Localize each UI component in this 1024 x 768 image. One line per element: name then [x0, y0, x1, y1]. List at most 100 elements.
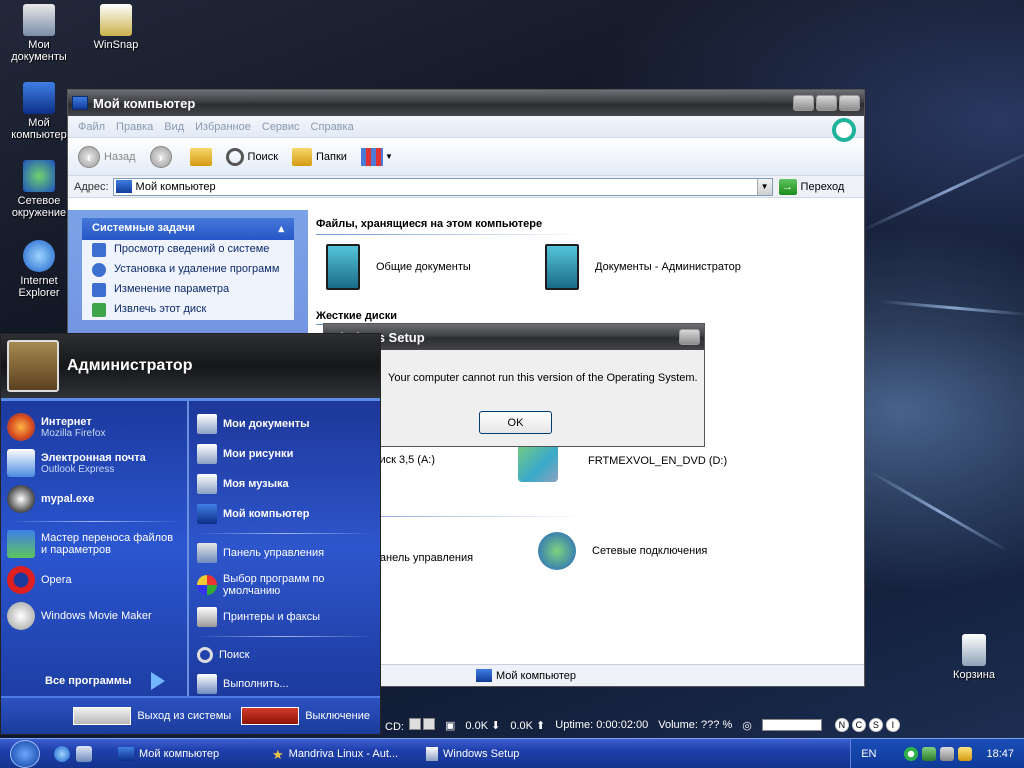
program-transfer-wizard[interactable]: Мастер переноса файлов и параметров [1, 526, 187, 562]
start-menu[interactable]: Администратор Интернет Mozilla Firefox Эл… [0, 333, 381, 735]
dialog-titlebar[interactable]: Windows Setup [324, 324, 704, 350]
cd-prev-button[interactable] [409, 717, 422, 730]
task-add-remove-programs[interactable]: Установка и удаление программ [82, 260, 294, 280]
taskbar: Мой компьютер ★ Mandriva Linux - Aut... … [0, 738, 1024, 768]
cd-eject-button[interactable] [423, 717, 436, 730]
explorer-title: Мой компьютер [93, 95, 196, 111]
item-label: FRTMEXVOL_EN_DVD (D:) [588, 455, 728, 467]
up-button[interactable] [189, 147, 212, 166]
item-network-connections[interactable]: Сетевые подключения [538, 532, 707, 570]
desktop-icon-winsnap[interactable]: WinSnap [81, 4, 151, 51]
item-shared-documents[interactable]: Общие документы [326, 244, 471, 290]
program-title: Интернет [41, 415, 92, 428]
task-change-setting[interactable]: Изменение параметра [82, 280, 294, 300]
task-label: Установка и удаление программ [114, 263, 280, 275]
place-search[interactable]: Поиск [189, 641, 380, 669]
all-programs-button[interactable]: Все программы [45, 672, 166, 690]
power-icon [241, 707, 300, 725]
tray-safely-remove-icon[interactable] [940, 746, 955, 761]
clock[interactable]: 18:47 [986, 748, 1014, 760]
language-indicator[interactable]: EN [861, 748, 876, 760]
back-button[interactable]: ‹ Назад [78, 145, 136, 168]
monitor-button-s[interactable]: S [868, 718, 883, 732]
tray-app-icon[interactable] [904, 746, 919, 761]
program-outlook-express[interactable]: Электронная почта Outlook Express [1, 445, 187, 481]
task-label: Извлечь этот диск [114, 303, 207, 315]
task-view-system-info[interactable]: Просмотр сведений о системе [82, 240, 294, 260]
address-input[interactable]: Мой компьютер ▼ [112, 177, 773, 196]
dialog-close-button[interactable] [679, 329, 700, 345]
taskbar-button-my-computer[interactable]: Мой компьютер [112, 743, 262, 765]
desktop-icon-ie[interactable]: Internet Explorer [4, 240, 74, 299]
views-button[interactable]: ▼ [360, 147, 393, 166]
taskbar-button-mandriva[interactable]: ★ Mandriva Linux - Aut... [266, 743, 416, 765]
program-firefox[interactable]: Интернет Mozilla Firefox [1, 409, 187, 445]
menu-view[interactable]: Вид [164, 121, 184, 133]
place-default-programs[interactable]: Выбор программ по умолчанию [189, 568, 380, 602]
place-control-panel[interactable]: Панель управления [189, 538, 380, 568]
place-label: Выбор программ по умолчанию [223, 573, 325, 597]
place-my-computer[interactable]: Мой компьютер [189, 499, 380, 529]
desktop-icon-my-documents[interactable]: Мои документы [4, 4, 74, 63]
minimize-button[interactable] [793, 95, 814, 111]
place-run[interactable]: Выполнить... [189, 669, 380, 699]
search-button[interactable]: Поиск [225, 147, 279, 166]
desktop-icon-recycle-bin[interactable]: Корзина [939, 634, 1009, 681]
start-menu-footer: Выход из системы Выключение [1, 696, 380, 734]
item-label: Документы - Администратор [595, 261, 741, 273]
menu-favorites[interactable]: Избранное [195, 121, 251, 133]
menu-help[interactable]: Справка [311, 121, 354, 133]
item-admin-documents[interactable]: Документы - Администратор [545, 244, 741, 290]
menu-file[interactable]: Файл [78, 121, 105, 133]
internet-explorer-icon[interactable] [54, 745, 70, 762]
menu-tools[interactable]: Сервис [262, 121, 300, 133]
address-dropdown-button[interactable]: ▼ [756, 178, 772, 195]
monitor-button-i[interactable]: I [885, 718, 900, 732]
place-my-music[interactable]: Моя музыка [189, 469, 380, 499]
place-printers[interactable]: Принтеры и факсы [189, 602, 380, 632]
menu-edit[interactable]: Правка [116, 121, 153, 133]
forward-button[interactable]: › [149, 145, 176, 168]
network-monitor-icon: ▣ [445, 719, 456, 732]
recycle-bin-icon [962, 634, 986, 666]
add-remove-icon [92, 263, 106, 277]
task-eject-disk[interactable]: Извлечь этот диск [82, 300, 294, 320]
shutdown-button[interactable]: Выключение [241, 707, 370, 725]
system-tasks-header[interactable]: Системные задачи ▴ [82, 218, 294, 240]
monitor-button-c[interactable]: C [851, 718, 866, 732]
speaker-icon[interactable]: ◎ [742, 719, 752, 732]
close-button[interactable] [839, 95, 860, 111]
computer-icon [23, 82, 55, 114]
item-control-panel[interactable]: Панель управления [372, 552, 473, 564]
logoff-button[interactable]: Выход из системы [73, 707, 231, 725]
item-floppy-drive[interactable]: Диск 3,5 (A:) [372, 454, 435, 466]
show-desktop-icon[interactable] [76, 745, 92, 762]
item-label: Сетевые подключения [592, 545, 708, 557]
start-button[interactable] [10, 739, 40, 768]
ok-button[interactable]: OK [479, 411, 552, 434]
place-my-documents[interactable]: Мои документы [189, 409, 380, 439]
program-movie-maker[interactable]: Windows Movie Maker [1, 598, 187, 634]
explorer-titlebar[interactable]: Мой компьютер [68, 90, 864, 116]
program-opera[interactable]: Opera [1, 562, 187, 598]
go-button[interactable]: → Переход [778, 178, 844, 195]
desktop-icon-network[interactable]: Сетевое окружение [4, 160, 74, 219]
collapse-icon[interactable]: ▴ [278, 222, 284, 236]
search-label: Поиск [247, 150, 279, 163]
menu-bar: Файл Правка Вид Избранное Сервис Справка [68, 116, 864, 142]
desktop-icon-my-computer[interactable]: Мой компьютер [4, 82, 74, 141]
pictures-icon [197, 444, 217, 464]
place-my-pictures[interactable]: Мои рисунки [189, 439, 380, 469]
taskbar-button-windows-setup[interactable]: Windows Setup [420, 743, 570, 765]
avatar[interactable] [7, 340, 59, 392]
volume-slider[interactable] [761, 719, 822, 731]
volume-label: Volume: [658, 719, 698, 731]
program-mypal[interactable]: mypal.exe [1, 481, 187, 517]
tray-notification-icon[interactable] [958, 746, 973, 761]
item-label: Панель управления [372, 552, 474, 564]
monitor-button-n[interactable]: N [834, 718, 849, 732]
maximize-button[interactable] [816, 95, 837, 111]
tray-network-icon[interactable] [922, 746, 937, 761]
task-label: Windows Setup [443, 747, 520, 760]
folders-button[interactable]: Папки [292, 147, 347, 166]
